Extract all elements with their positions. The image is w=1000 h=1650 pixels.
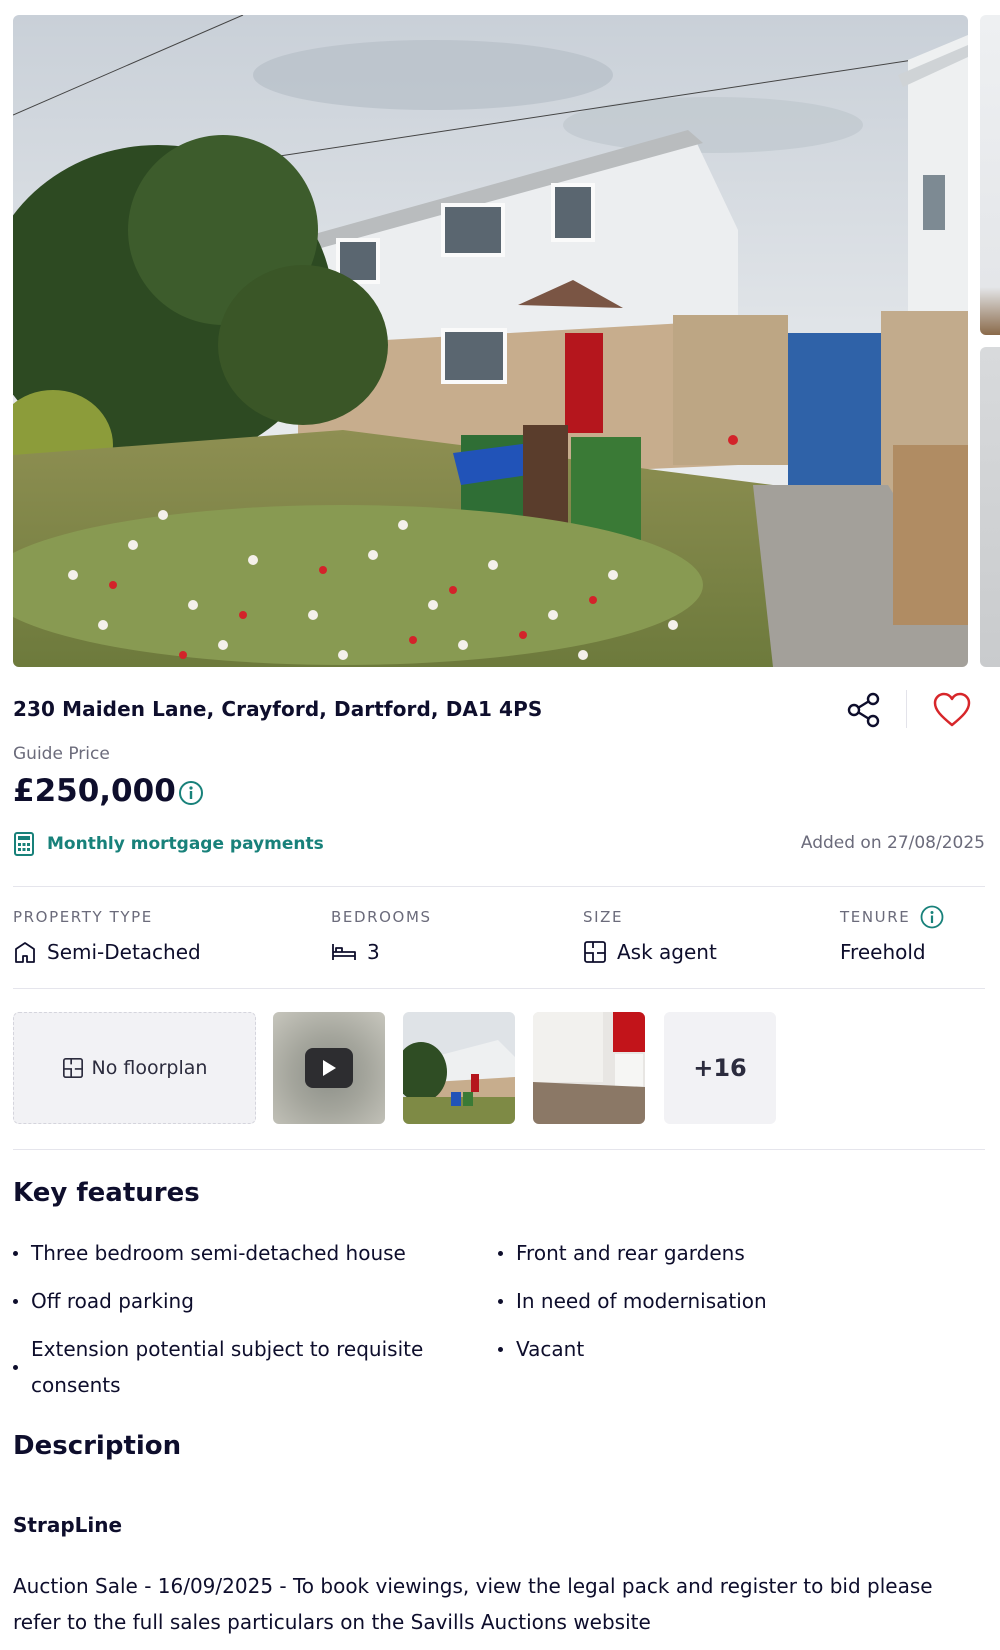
play-icon [305, 1048, 353, 1088]
photo-thumbnail[interactable] [533, 1012, 645, 1124]
next-photo-preview[interactable] [980, 347, 1000, 667]
tenure-value: Freehold [840, 940, 926, 964]
divider [906, 690, 907, 728]
heart-icon [933, 692, 971, 727]
strapline-heading: StrapLine [13, 1513, 123, 1537]
bedrooms-value: 3 [367, 940, 380, 964]
property-type-label: PROPERTY TYPE [13, 908, 153, 926]
feature-item: Extension potential subject to requisite… [13, 1331, 483, 1403]
price-info-icon[interactable] [178, 780, 204, 810]
calculator-icon [14, 832, 34, 856]
property-type-value: Semi-Detached [47, 940, 201, 964]
bedrooms-label: BEDROOMS [331, 908, 432, 926]
added-date: Added on 27/08/2025 [800, 833, 985, 853]
tenure-info-icon[interactable] [920, 905, 944, 929]
key-features-heading: Key features [13, 1178, 200, 1208]
size-label: SIZE [583, 908, 624, 926]
divider [13, 886, 985, 887]
share-button[interactable] [842, 688, 886, 732]
divider [13, 988, 985, 989]
key-features-list-left: Three bedroom semi-detached house Off ro… [13, 1235, 483, 1415]
floorplan-icon [62, 1058, 83, 1078]
feature-item: Three bedroom semi-detached house [13, 1235, 483, 1271]
divider [13, 1149, 985, 1150]
size-value: Ask agent [617, 940, 717, 964]
tenure-info: TENURE Freehold [840, 905, 944, 964]
save-favourite-button[interactable] [930, 688, 974, 732]
description-heading: Description [13, 1431, 182, 1461]
house-photo-illustration [13, 15, 968, 667]
video-thumbnail[interactable] [273, 1012, 385, 1124]
feature-item: Vacant [498, 1331, 958, 1367]
photo-thumbnail[interactable] [403, 1012, 515, 1124]
property-address: 230 Maiden Lane, Crayford, Dartford, DA1… [13, 697, 543, 721]
share-icon [847, 692, 880, 728]
bed-icon [332, 944, 356, 960]
guide-price-label: Guide Price [13, 744, 110, 764]
mortgage-calculator-link[interactable]: Monthly mortgage payments [13, 831, 324, 857]
more-photos-button[interactable]: +16 [664, 1012, 776, 1124]
size-info: SIZE Ask agent [583, 905, 717, 964]
mortgage-link-text: Monthly mortgage payments [47, 834, 324, 854]
floorplan-icon [584, 941, 606, 963]
next-photo-preview[interactable] [980, 15, 1000, 335]
property-type-info: PROPERTY TYPE Semi-Detached [13, 905, 201, 964]
no-floorplan-label: No floorplan [91, 1057, 208, 1079]
feature-item: Off road parking [13, 1283, 483, 1319]
no-floorplan-tile[interactable]: No floorplan [13, 1012, 256, 1124]
feature-item: Front and rear gardens [498, 1235, 958, 1271]
main-property-photo[interactable] [13, 15, 968, 667]
price: £250,000 [13, 773, 176, 809]
feature-item: In need of modernisation [498, 1283, 958, 1319]
bedrooms-info: BEDROOMS 3 [331, 905, 432, 964]
description-text: Auction Sale - 16/09/2025 - To book view… [13, 1574, 933, 1634]
key-features-list-right: Front and rear gardens In need of modern… [498, 1235, 958, 1379]
house-icon [15, 942, 35, 963]
tenure-label: TENURE [840, 908, 911, 926]
